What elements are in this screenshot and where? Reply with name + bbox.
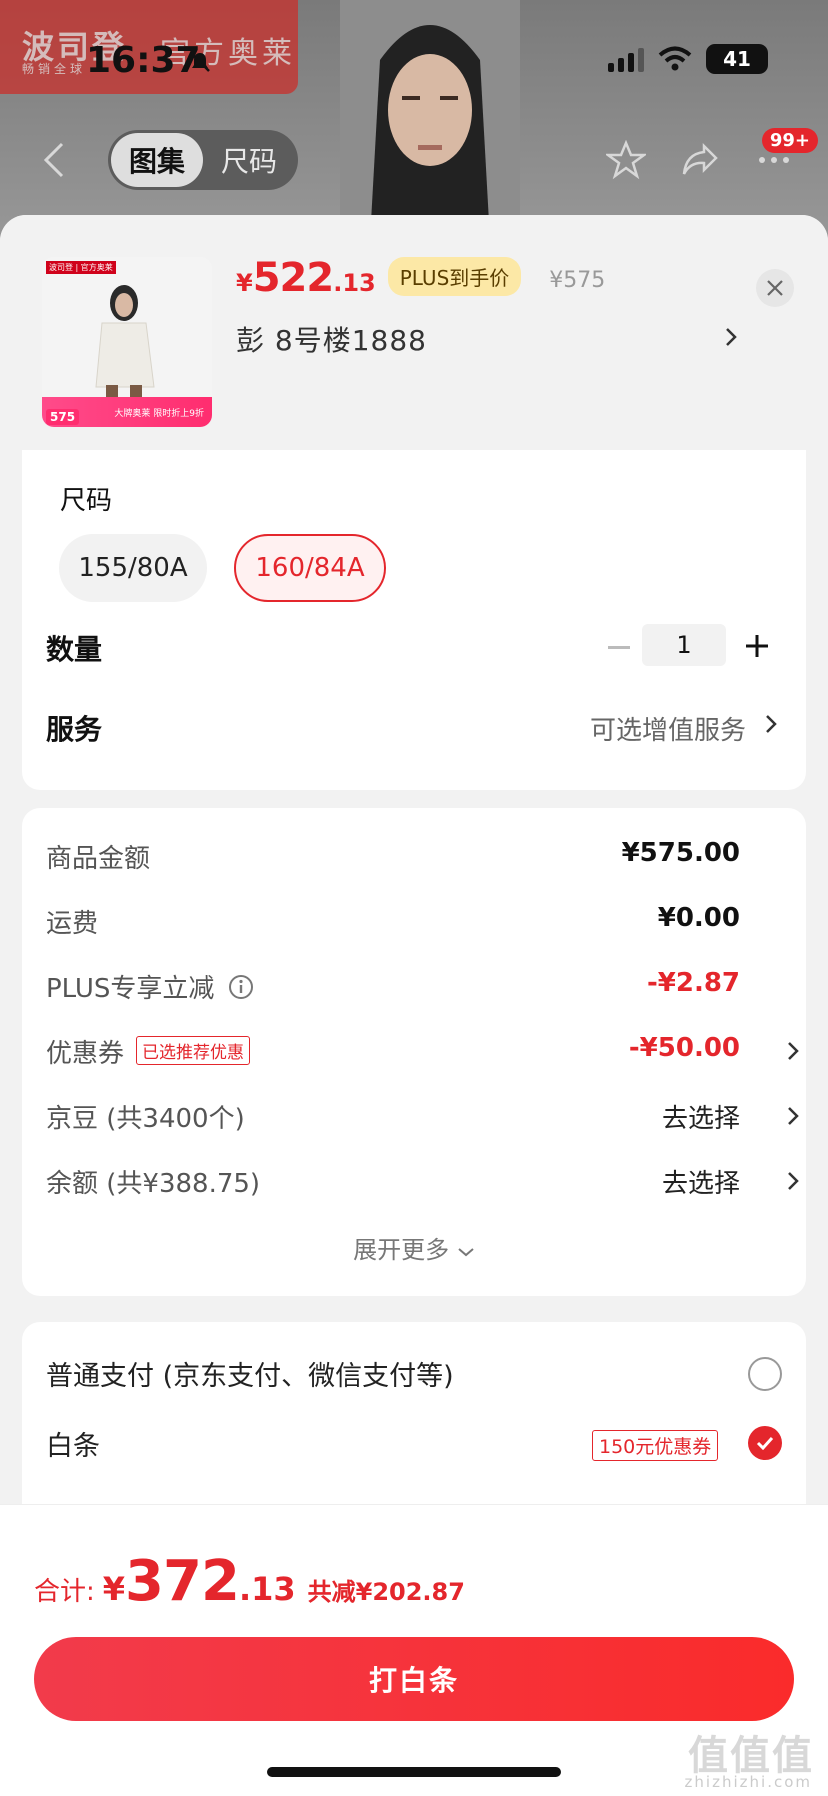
summary-row-balance[interactable]: 余额 (共¥388.75) 去选择 [46,1163,806,1203]
price-row: ¥ 522 .13 PLUS到手价 ¥575 [236,255,605,302]
size-option-155-80a[interactable]: 155/80A [59,534,207,602]
total-amount: 合计: ¥ 372 .13 共减¥202.87 [34,1549,465,1614]
jingdou-select[interactable]: 去选择 [662,1098,740,1135]
goods-amount-value: ¥575.00 [621,838,740,868]
checkout-footer: 合计: ¥ 372 .13 共减¥202.87 打白条 值值值 zhizhizh… [0,1504,828,1796]
thumb-brand-tag: 波司登 | 官方奥莱 [46,261,116,274]
quantity-input[interactable]: 1 [642,624,726,666]
summary-row-coupon[interactable]: 优惠券 已选推荐优惠 -¥50.00 [46,1033,806,1073]
summary-row-jingdou[interactable]: 京豆 (共3400个) 去选择 [46,1098,806,1138]
price-summary-card: 商品金额 ¥575.00 运费 ¥0.00 PLUS专享立减 -¥2.87 优惠… [22,808,806,1296]
close-icon [767,280,783,296]
jingdou-chevron-right-icon[interactable] [786,1104,800,1128]
options-card: 尺码 155/80A 160/84A 数量 1 服务 可选增值服务 [22,450,806,790]
gallery-segment-control[interactable]: 图集 尺码 [108,130,298,190]
battery-icon: 41 [706,44,768,74]
price-integer: 522 [252,255,334,301]
summary-row-plus-discount: PLUS专享立减 -¥2.87 [46,968,740,1004]
payment-baitiao-radio[interactable] [748,1426,782,1460]
summary-row-shipping: 运费 ¥0.00 [46,903,740,939]
size-title: 尺码 [60,486,113,516]
favorite-star-icon[interactable] [606,140,646,180]
quantity-decrease-button[interactable] [604,628,634,668]
mute-icon [190,52,210,72]
total-currency: ¥ [102,1570,126,1608]
coupon-chevron-right-icon[interactable] [786,1039,800,1063]
total-reduction: 共减¥202.87 [307,1578,465,1606]
plus-price-tag: PLUS到手价 [387,257,522,296]
shipping-value: ¥0.00 [657,903,740,933]
segment-gallery[interactable]: 图集 [111,133,203,187]
pay-baitiao-button[interactable]: 打白条 [34,1637,794,1721]
total-label: 合计: [34,1577,95,1607]
payment-option-baitiao[interactable]: 白条 [46,1424,100,1463]
product-thumbnail[interactable]: 波司登 | 官方奥莱 大牌奥莱 限时折上9折 575 [42,257,212,427]
service-value[interactable]: 可选增值服务 [590,710,746,747]
recommended-coupon-tag: 已选推荐优惠 [136,1036,251,1065]
home-indicator[interactable] [267,1767,561,1777]
address-chevron-right-icon[interactable] [724,325,738,349]
back-icon[interactable] [42,140,66,180]
minus-icon [608,646,630,649]
price-decimal: .13 [333,269,376,297]
watermark-site: zhizhizhi.com [684,1773,812,1791]
brand-logo-sub: 畅销全球 [22,62,87,76]
expand-more-button[interactable]: 展开更多 [22,1230,806,1265]
original-price: ¥575 [549,268,606,293]
summary-row-goods-amount: 商品金额 ¥575.00 [46,838,740,874]
share-icon[interactable] [680,140,720,180]
close-button[interactable] [756,269,794,307]
quantity-label: 数量 [46,633,103,666]
size-option-160-84a[interactable]: 160/84A [234,534,386,602]
balance-chevron-right-icon[interactable] [786,1169,800,1193]
thumb-price: 575 [46,409,80,425]
plus-icon [746,635,768,657]
wifi-icon [658,46,692,71]
baitiao-coupon-tag: 150元优惠券 [592,1430,719,1461]
segment-size[interactable]: 尺码 [203,140,295,180]
plus-discount-value: -¥2.87 [646,968,740,998]
total-integer: 372 [125,1549,240,1614]
signal-icon [608,46,644,72]
info-icon[interactable] [228,974,254,1000]
coupon-value: -¥50.00 [628,1033,740,1063]
price-currency: ¥ [236,269,253,297]
quantity-increase-button[interactable] [740,626,774,666]
check-icon [756,1436,774,1450]
service-chevron-right-icon[interactable] [764,712,778,736]
payment-option-normal[interactable]: 普通支付 (京东支付、微信支付等) [46,1354,454,1393]
purchase-sheet: 波司登 | 官方奥莱 大牌奥莱 限时折上9折 575 ¥ 522 .13 PLU… [0,215,828,1796]
total-decimal: .13 [238,1570,296,1608]
model-photo [340,0,520,240]
chevron-down-icon [458,1248,474,1257]
status-time: 16:37 [86,40,201,81]
balance-select[interactable]: 去选择 [662,1163,740,1200]
status-icons: 41 [608,44,768,74]
product-header: 波司登 | 官方奥莱 大牌奥莱 限时折上9折 575 ¥ 522 .13 PLU… [0,215,828,450]
delivery-address[interactable]: 彭 8号楼1888 [236,319,427,359]
message-badge: 99+ [761,128,818,153]
service-label: 服务 [46,713,103,746]
payment-normal-radio[interactable] [748,1357,782,1391]
